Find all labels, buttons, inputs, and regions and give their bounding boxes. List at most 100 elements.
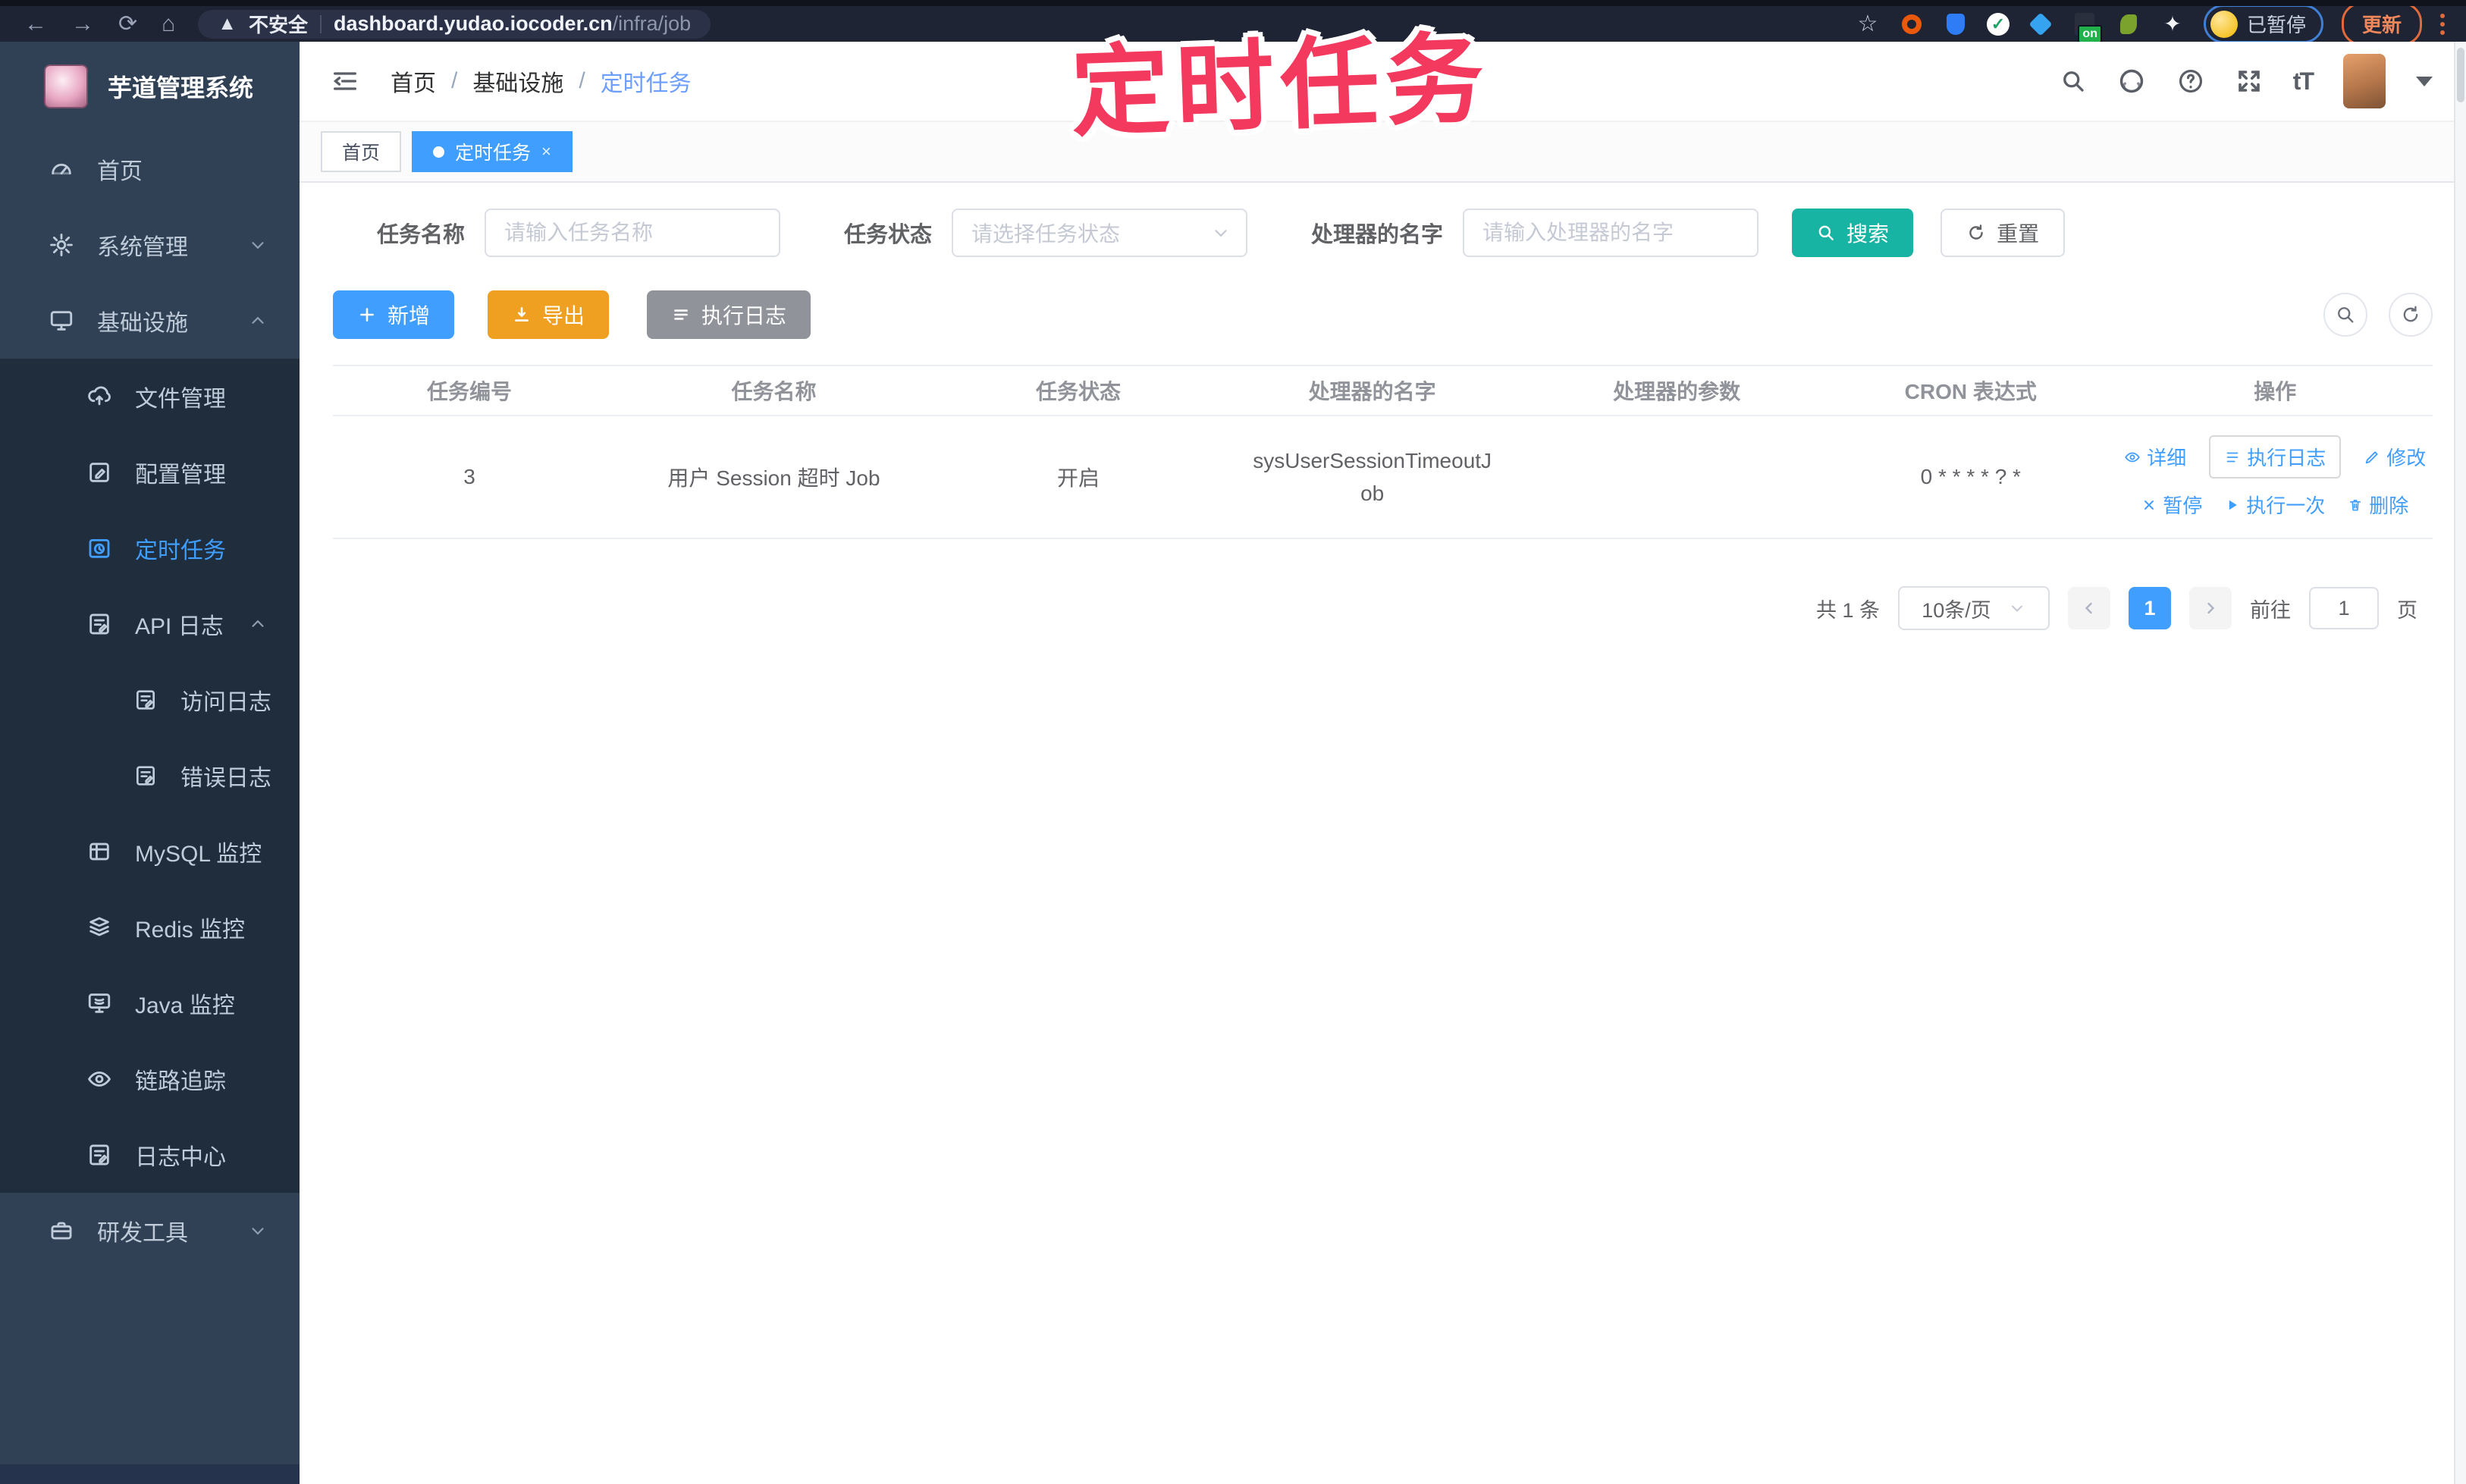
- goto-page-input[interactable]: [2309, 587, 2379, 629]
- extension-green-check-icon[interactable]: ✓: [1986, 12, 2010, 36]
- goto-label: 前往: [2250, 598, 2291, 622]
- tab-home[interactable]: 首页: [321, 131, 402, 172]
- github-icon[interactable]: [2117, 67, 2146, 96]
- sidebar-item-api-log[interactable]: API 日志: [0, 586, 300, 662]
- current-page[interactable]: 1: [2129, 587, 2171, 629]
- add-button[interactable]: 新增: [333, 290, 455, 339]
- avatar-caret-icon[interactable]: [2416, 76, 2433, 86]
- tab-label: 定时任务: [455, 143, 532, 164]
- cell-job-name: 用户 Session 超时 Job: [667, 466, 880, 490]
- detail-link[interactable]: 详细: [2124, 443, 2186, 471]
- bookmark-star-icon[interactable]: ☆: [1855, 11, 1881, 37]
- row-exec-log-link[interactable]: 执行日志: [2209, 435, 2342, 478]
- sidebar-item-access-log[interactable]: 访问日志: [0, 662, 300, 738]
- eye-icon: [88, 1071, 111, 1087]
- browser-menu-icon[interactable]: [2440, 13, 2445, 35]
- hide-search-button[interactable]: [2323, 293, 2367, 337]
- sidebar-item-error-log[interactable]: 错误日志: [0, 738, 300, 814]
- handler-name-input[interactable]: [1463, 209, 1759, 257]
- profile-paused-badge[interactable]: 已暂停: [2203, 5, 2323, 43]
- job-status-select[interactable]: 请选择任务状态: [952, 209, 1248, 257]
- browser-home-icon[interactable]: ⌂: [162, 12, 175, 36]
- exec-log-button[interactable]: 执行日志: [647, 290, 811, 339]
- tab-label: 首页: [342, 143, 381, 164]
- address-bar[interactable]: ▲ 不安全 dashboard.yudao.iocoder.cn/infra/j…: [198, 9, 711, 39]
- prev-page-button[interactable]: [2068, 587, 2110, 629]
- annotation-overlay-text: 定时任务: [1069, 23, 1492, 149]
- log-doc-icon: [89, 1144, 109, 1166]
- help-icon[interactable]: [2176, 67, 2205, 96]
- java-monitor-icon: [88, 993, 111, 1013]
- sidebar-item-label: 研发工具: [97, 1221, 188, 1246]
- plus-icon: [360, 308, 374, 322]
- sidebar-item-system[interactable]: 系统管理: [0, 207, 300, 283]
- col-cron: CRON 表达式: [1904, 380, 2037, 403]
- search-button[interactable]: 搜索: [1792, 209, 1914, 257]
- delete-link[interactable]: 删除: [2348, 491, 2408, 519]
- app-logo-row[interactable]: 芋道管理系统: [0, 42, 300, 131]
- sidebar-collapse-icon[interactable]: [330, 66, 360, 96]
- sidebar-item-mysql-monitor[interactable]: MySQL 监控: [0, 814, 300, 889]
- sidebar-item-infra[interactable]: 基础设施: [0, 283, 300, 359]
- job-name-input[interactable]: [485, 209, 781, 257]
- reset-button[interactable]: 重置: [1940, 209, 2066, 257]
- extension-leaf-icon[interactable]: [2116, 11, 2141, 37]
- browser-back-icon[interactable]: ←: [24, 12, 47, 36]
- browser-forward-icon[interactable]: →: [71, 12, 94, 36]
- header-actions: tT: [2060, 54, 2433, 108]
- emoji-avatar: [2210, 10, 2238, 38]
- table-tools: [2323, 293, 2433, 337]
- sidebar-item-log-center[interactable]: 日志中心: [0, 1117, 300, 1193]
- extension-blue-shield-icon[interactable]: [1943, 11, 1969, 37]
- chevron-down-icon: [1215, 230, 1227, 237]
- refresh-button[interactable]: [2389, 293, 2433, 337]
- play-icon: [2229, 500, 2238, 510]
- extension-dark-on-icon[interactable]: on: [2072, 11, 2102, 43]
- breadcrumb: 首页 / 基础设施 / 定时任务: [391, 64, 692, 98]
- sidebar: 芋道管理系统 首页 系统管理 基础设施 文件管理 配置管理 定时任务 API 日…: [0, 42, 300, 1484]
- browser-reload-icon[interactable]: ⟳: [118, 12, 137, 36]
- edit-link[interactable]: 修改: [2364, 443, 2426, 471]
- run-once-link[interactable]: 执行一次: [2225, 491, 2325, 519]
- user-avatar[interactable]: [2343, 54, 2386, 108]
- export-button[interactable]: 导出: [488, 290, 610, 339]
- active-tab-dot: [433, 146, 445, 158]
- extension-orange-icon[interactable]: [1899, 11, 1925, 37]
- extension-blue-gem-icon[interactable]: [2028, 11, 2053, 37]
- window-scrollbar[interactable]: [2454, 42, 2466, 1484]
- scrollbar-thumb[interactable]: [2457, 48, 2464, 102]
- sidebar-item-label: 日志中心: [135, 1145, 226, 1170]
- col-job-status: 任务状态: [1035, 380, 1121, 403]
- tab-close-icon[interactable]: ×: [541, 142, 551, 162]
- layers-icon: [89, 917, 109, 937]
- page-size-select[interactable]: 10条/页: [1898, 586, 2050, 630]
- breadcrumb-separator: /: [579, 68, 585, 93]
- sidebar-item-tracing[interactable]: 链路追踪: [0, 1041, 300, 1117]
- trash-icon: [2350, 499, 2361, 510]
- pause-link[interactable]: 暂停: [2141, 491, 2202, 519]
- fullscreen-icon[interactable]: [2235, 67, 2263, 95]
- sidebar-item-label: Java 监控: [135, 993, 235, 1018]
- paused-label: 已暂停: [2246, 14, 2306, 36]
- sidebar-item-home[interactable]: 首页: [0, 131, 300, 207]
- sidebar-item-label: 首页: [97, 159, 143, 184]
- sidebar-item-java-monitor[interactable]: Java 监控: [0, 965, 300, 1041]
- job-status-label: 任务状态: [844, 223, 933, 247]
- font-size-icon[interactable]: tT: [2293, 67, 2314, 96]
- sidebar-item-scheduled-jobs[interactable]: 定时任务: [0, 510, 300, 586]
- search-icon[interactable]: [2060, 67, 2087, 95]
- download-icon: [515, 307, 529, 322]
- tab-scheduled-jobs[interactable]: 定时任务 ×: [412, 131, 573, 172]
- sidebar-item-devtools[interactable]: 研发工具: [0, 1193, 300, 1269]
- breadcrumb-infra[interactable]: 基础设施: [472, 64, 563, 98]
- sidebar-item-redis-monitor[interactable]: Redis 监控: [0, 889, 300, 965]
- extension-paw-icon[interactable]: ✦: [2160, 11, 2185, 37]
- browser-update-button[interactable]: 更新: [2341, 2, 2422, 45]
- table-row: 3 用户 Session 超时 Job 开启 sysUserSessionTim…: [333, 416, 2433, 539]
- next-page-button[interactable]: [2189, 587, 2232, 629]
- sidebar-item-config-manage[interactable]: 配置管理: [0, 435, 300, 510]
- cloud-upload-icon: [88, 386, 111, 406]
- sidebar-item-file-manage[interactable]: 文件管理: [0, 359, 300, 435]
- sidebar-item-label: 访问日志: [180, 690, 271, 715]
- breadcrumb-home[interactable]: 首页: [391, 64, 436, 98]
